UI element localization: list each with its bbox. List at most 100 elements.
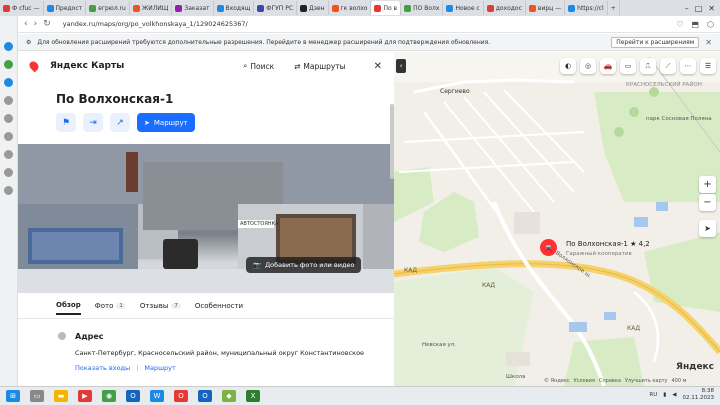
car-icon[interactable]: 🚗	[600, 58, 616, 74]
go-to-extensions-button[interactable]: Перейти к расширениям	[611, 36, 700, 48]
browser-tab[interactable]: Предост	[44, 1, 87, 15]
address-bar: ‹ › ↻ yandex.ru/maps/org/po_volkhonskaya…	[18, 16, 720, 33]
maximize-icon[interactable]: □	[695, 4, 703, 13]
browser-tab[interactable]: Заказат	[172, 1, 214, 15]
language-indicator[interactable]: RU	[649, 392, 657, 398]
start-icon[interactable]: ⊞	[6, 390, 20, 402]
add-photo-label: Добавить фото или видео	[265, 261, 355, 269]
clock-date: 02.11.2023	[682, 395, 715, 401]
browser-tab[interactable]: Дзен	[297, 1, 329, 15]
explorer-icon[interactable]: ▭	[30, 390, 44, 402]
outlook2-icon[interactable]: O	[198, 390, 212, 402]
bus-icon[interactable]: ▭	[620, 58, 636, 74]
map-footer: © Яндекс Условия Справка Улучшить карту …	[544, 378, 686, 384]
poi-name[interactable]: По Волхонская-1 ★ 4,2	[566, 240, 650, 248]
tab-overview[interactable]: Обзор	[56, 301, 81, 315]
collapse-panel-button[interactable]: ‹	[396, 59, 406, 73]
close-panel-icon[interactable]: ✕	[374, 61, 382, 72]
folder-icon[interactable]: ▬	[54, 390, 68, 402]
brand-name[interactable]: Яндекс Карты	[50, 61, 124, 71]
bookmark-button[interactable]: ⚑	[56, 113, 76, 132]
browser-tab[interactable]: ФГУП РС	[254, 1, 298, 15]
back-icon[interactable]: ‹	[24, 19, 28, 29]
browser-tab[interactable]: Новое с	[443, 1, 484, 15]
history-icon[interactable]	[4, 96, 13, 105]
menu-icon[interactable]: ☰	[700, 58, 716, 74]
routes-button[interactable]: ⇄ Маршруты	[294, 62, 345, 71]
zoom-out-button[interactable]: −	[699, 194, 716, 211]
share-button[interactable]: ↗	[110, 113, 130, 132]
vk-icon[interactable]	[4, 78, 13, 87]
new-tab-button[interactable]: +	[608, 1, 620, 15]
browser-tab[interactable]: гк волхо	[329, 1, 372, 15]
opera-icon[interactable]: O	[174, 390, 188, 402]
location-arrow-icon: ➤	[704, 224, 711, 233]
layers-icon[interactable]: ◐	[560, 58, 576, 74]
browser-tab[interactable]: https://cl	[565, 1, 608, 15]
extensions-icon[interactable]: ⬡	[707, 20, 714, 29]
heart-icon[interactable]	[4, 132, 13, 141]
settings-icon[interactable]	[4, 186, 13, 195]
zoom-in-button[interactable]: +	[699, 176, 716, 193]
tab-reviews[interactable]: Отзывы 7	[140, 301, 181, 315]
tab-features[interactable]: Особенности	[195, 301, 243, 315]
bookmark-icon[interactable]: ♡	[676, 20, 683, 29]
send-to-phone-button[interactable]: ⇥	[83, 113, 103, 132]
browser-tab[interactable]: егрюл.ru	[86, 1, 130, 15]
route-link[interactable]: Маршрут	[144, 364, 175, 372]
terms-link[interactable]: Условия	[574, 378, 595, 384]
ruler-icon[interactable]: ⟋	[660, 58, 676, 74]
network-icon[interactable]: ▮	[663, 392, 666, 398]
outlook-icon[interactable]: O	[126, 390, 140, 402]
workspaces-icon[interactable]	[4, 42, 13, 51]
clock[interactable]: 8:38 02.11.2023	[683, 388, 715, 402]
reload-icon[interactable]: ↻	[43, 19, 51, 29]
map-label-kad-1: КАД	[404, 267, 418, 274]
volume-icon[interactable]: ◀	[672, 392, 676, 398]
route-button[interactable]: ➤ Маршрут	[137, 113, 195, 132]
map-area[interactable]: ‹ ◐ ◎ 🚗 ▭ ⎍ ⟋ ⋯ ☰ КРАСНОСЕЛЬСКИЙ РАЙОН п…	[394, 52, 720, 386]
browser-tab[interactable]: Входящ	[214, 1, 255, 15]
add-photo-button[interactable]: 📷 Добавить фото или видео	[246, 257, 362, 273]
url-field[interactable]: yandex.ru/maps/org/po_volkhonskaya_1/129…	[63, 20, 248, 28]
forward-icon[interactable]: ›	[34, 19, 38, 29]
traffic-icon[interactable]: ◎	[580, 58, 596, 74]
panel-header: Яндекс Карты ⌕ Поиск ⇄ Маршруты ✕	[18, 52, 394, 80]
browser-tab[interactable]: По в	[371, 1, 402, 15]
browser-tab[interactable]: вирц —	[526, 1, 566, 15]
panorama-icon[interactable]: ⎍	[640, 58, 656, 74]
excel-icon[interactable]: X	[246, 390, 260, 402]
tabs-divider	[18, 318, 394, 319]
locate-me-button[interactable]: ➤	[699, 220, 716, 237]
tab-label: доходос	[495, 4, 522, 12]
browser-tab[interactable]: Ф cfuc —	[0, 1, 44, 15]
clock-icon[interactable]	[4, 150, 13, 159]
show-entrances-link[interactable]: Показать входы	[75, 364, 130, 372]
chrome-icon[interactable]: ◉	[102, 390, 116, 402]
browser-tab[interactable]: доходос	[484, 1, 526, 15]
window-controls: – □ ✕	[679, 0, 720, 16]
box-icon[interactable]	[4, 168, 13, 177]
search-button[interactable]: ⌕ Поиск	[243, 61, 274, 71]
player-icon[interactable]	[4, 114, 13, 123]
word-icon[interactable]: W	[150, 390, 164, 402]
scale-label: 400 м	[671, 378, 687, 384]
help-link[interactable]: Справка	[599, 378, 621, 384]
media-icon[interactable]: ▶	[78, 390, 92, 402]
improve-map-link[interactable]: Улучшить карту	[625, 378, 668, 384]
tab-label: Ф cfuc —	[12, 4, 40, 12]
browser-tab[interactable]: ЖИЛИЩ	[130, 1, 173, 15]
screenshot-icon[interactable]: ⬒	[691, 20, 699, 29]
whatsapp-icon[interactable]	[4, 60, 13, 69]
organization-pin[interactable]: 🚘	[540, 239, 557, 256]
tab-favicon-icon	[568, 4, 576, 12]
address-pin-icon	[58, 332, 66, 340]
route-button-label: Маршрут	[153, 118, 188, 127]
more-icon[interactable]: ⋯	[680, 58, 696, 74]
browser-tab[interactable]: ПО Волх	[401, 1, 444, 15]
minimize-icon[interactable]: –	[685, 4, 689, 13]
app-icon[interactable]: ◆	[222, 390, 236, 402]
close-notification-icon[interactable]: ✕	[705, 38, 712, 47]
tab-photo[interactable]: Фото 1	[95, 301, 126, 315]
close-window-icon[interactable]: ✕	[708, 4, 715, 13]
